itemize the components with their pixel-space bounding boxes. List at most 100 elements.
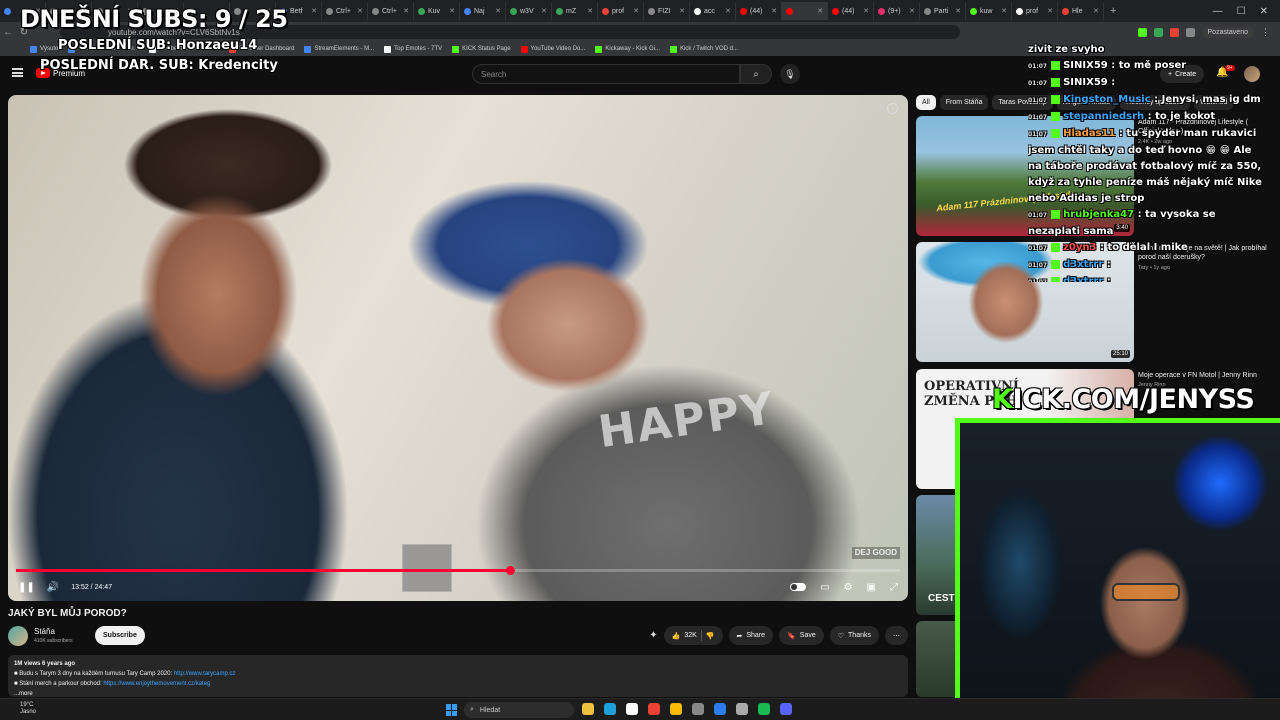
channel-watermark[interactable]: DEJ GOOD — [851, 547, 900, 559]
edge-icon[interactable] — [604, 703, 616, 715]
new-tab-icon[interactable]: + — [1104, 5, 1122, 17]
browser-tab[interactable]: (9+) ✕ — [874, 2, 920, 20]
description-link[interactable]: https://www.enjoythemovement.cz/kateg — [103, 681, 210, 687]
tab-close-icon[interactable]: ✕ — [955, 7, 961, 15]
progress-bar[interactable] — [16, 566, 900, 575]
tab-close-icon[interactable]: ✕ — [1001, 7, 1007, 15]
back-icon[interactable]: ← — [0, 27, 16, 38]
browser-tab[interactable]: (44) ✕ — [736, 2, 782, 20]
microphone-icon[interactable]: 🎙 — [780, 64, 800, 84]
browser-tab[interactable]: ✕ — [782, 2, 828, 20]
recorder-icon[interactable] — [692, 703, 704, 715]
minimize-icon[interactable]: — — [1213, 6, 1223, 17]
browser-tab[interactable]: prof ✕ — [598, 2, 644, 20]
tab-close-icon[interactable]: ✕ — [587, 7, 593, 15]
tab-close-icon[interactable]: ✕ — [1093, 7, 1099, 15]
tab-close-icon[interactable]: ✕ — [403, 7, 409, 15]
info-icon[interactable]: i — [887, 103, 898, 114]
share-button[interactable]: ➦ Share — [728, 626, 774, 645]
tab-close-icon[interactable]: ✕ — [679, 7, 685, 15]
browser-tab[interactable]: acc ✕ — [690, 2, 736, 20]
notes-icon[interactable] — [714, 703, 726, 715]
tab-close-icon[interactable]: ✕ — [449, 7, 455, 15]
browser-tab[interactable]: Ctrl+ ✕ — [322, 2, 368, 20]
tab-favicon-icon — [786, 7, 793, 15]
extension-icon[interactable] — [1153, 27, 1163, 37]
spotify-icon[interactable] — [758, 703, 770, 715]
like-dislike-group[interactable]: 👍 32K 👎 — [663, 626, 723, 645]
taskbar-search[interactable]: ⌕ Hledat — [464, 702, 574, 718]
recommendation-title[interactable]: Moje operace v FN Motol | Jenny Rinn — [1138, 371, 1268, 380]
fullscreen-icon[interactable]: ⤢ — [890, 582, 898, 593]
filter-chip[interactable]: From Stáňa — [939, 95, 989, 110]
browser-tab[interactable]: prof ✕ — [1012, 2, 1058, 20]
search-icon[interactable]: ⌕ — [740, 64, 772, 84]
bookmark-item[interactable]: Výsuto — [30, 45, 58, 53]
tab-close-icon[interactable]: ✕ — [633, 7, 639, 15]
tab-close-icon[interactable]: ✕ — [817, 7, 823, 15]
bookmark-item[interactable]: Top Emotes - 7TV — [384, 45, 442, 53]
dislike-icon[interactable]: 👎 — [706, 632, 715, 640]
tab-close-icon[interactable]: ✕ — [357, 7, 363, 15]
more-icon[interactable]: ⋮ — [1261, 27, 1270, 38]
channel-avatar[interactable] — [8, 626, 28, 646]
tab-close-icon[interactable]: ✕ — [495, 7, 501, 15]
browser-tab[interactable]: Parti ✕ — [920, 2, 966, 20]
pause-icon[interactable]: ❚❚ — [18, 582, 35, 593]
subscribe-button[interactable]: Subscribe — [95, 626, 145, 645]
browser-tab[interactable]: w3V ✕ — [506, 2, 552, 20]
bookmark-item[interactable]: YouTube Video Do... — [520, 45, 585, 53]
browser-tab[interactable]: Hle ✕ — [1058, 2, 1104, 20]
browser-tab[interactable]: kuw ✕ — [966, 2, 1012, 20]
windows-start-icon[interactable] — [446, 704, 458, 716]
like-icon[interactable]: 👍 — [672, 632, 681, 640]
discord-icon[interactable] — [780, 703, 792, 715]
description-box[interactable]: 1M views 6 years ago ■ Budu s Tarym 3 dn… — [8, 655, 908, 697]
description-link[interactable]: http://www.tarycamp.cz — [174, 671, 236, 677]
file-explorer-icon[interactable] — [582, 703, 594, 715]
kick-extension-icon[interactable] — [1137, 27, 1147, 37]
more-actions-button[interactable]: ⋯ — [885, 626, 908, 645]
bookmark-item[interactable]: StreamElements - M... — [304, 45, 374, 53]
tab-close-icon[interactable]: ✕ — [909, 7, 915, 15]
tab-close-icon[interactable]: ✕ — [863, 7, 869, 15]
thanks-button[interactable]: ♡ Thanks — [829, 626, 879, 645]
subtitles-icon[interactable]: ▭ — [820, 582, 829, 593]
maximize-icon[interactable]: ☐ — [1237, 6, 1246, 17]
bookmark-item[interactable]: KICK Status Page — [452, 45, 511, 53]
settings-icon[interactable] — [736, 703, 748, 715]
kick-badge-icon — [1051, 77, 1061, 87]
volume-icon[interactable]: 🔊 — [47, 582, 59, 593]
save-button[interactable]: 🔖 Save — [779, 626, 824, 645]
autoplay-toggle[interactable] — [790, 583, 807, 591]
weather-widget[interactable]: 19°C Jasno — [20, 702, 36, 716]
tab-close-icon[interactable]: ✕ — [311, 7, 317, 15]
browser-tab[interactable]: Naj ✕ — [460, 2, 506, 20]
close-icon[interactable]: ✕ — [1260, 6, 1268, 17]
browser-tab[interactable]: Ctrl+ ✕ — [368, 2, 414, 20]
channel-name[interactable]: Stáňa — [34, 627, 55, 636]
menu-icon[interactable] — [12, 68, 23, 77]
browser-tab[interactable]: (44) ✕ — [828, 2, 874, 20]
browser-tab[interactable]: mZ ✕ — [552, 2, 598, 20]
tab-close-icon[interactable]: ✕ — [771, 7, 777, 15]
puzzle-icon[interactable] — [1185, 27, 1195, 37]
tab-close-icon[interactable]: ✕ — [541, 7, 547, 15]
tab-close-icon[interactable]: ✕ — [725, 7, 731, 15]
tab-close-icon[interactable]: ✕ — [1047, 7, 1053, 15]
bookmark-item[interactable]: Kick / Twitch VOD d... — [670, 45, 738, 53]
chrome-icon[interactable] — [648, 703, 660, 715]
miniplayer-icon[interactable]: ▣ — [867, 582, 876, 593]
search-input[interactable]: Search — [472, 64, 740, 84]
profile-button[interactable]: Pozastaveno — [1201, 26, 1254, 38]
extension-icon[interactable] — [1169, 27, 1179, 37]
bookmark-item[interactable]: Kickaway - Kick Gi... — [595, 45, 660, 53]
video-player[interactable]: HAPPY i DEJ GOOD ❚❚ 🔊 13:52 / 24:47 ▭ ⚙ … — [8, 95, 908, 601]
store-icon[interactable] — [626, 703, 638, 715]
browser-tab[interactable]: FIZI ✕ — [644, 2, 690, 20]
browser-tab[interactable]: Kuv ✕ — [414, 2, 460, 20]
sparkle-icon[interactable]: ✦ — [649, 630, 657, 641]
chrome-active-icon[interactable] — [670, 703, 682, 715]
filter-chip[interactable]: All — [916, 95, 936, 110]
settings-gear-icon[interactable]: ⚙ — [844, 582, 853, 593]
